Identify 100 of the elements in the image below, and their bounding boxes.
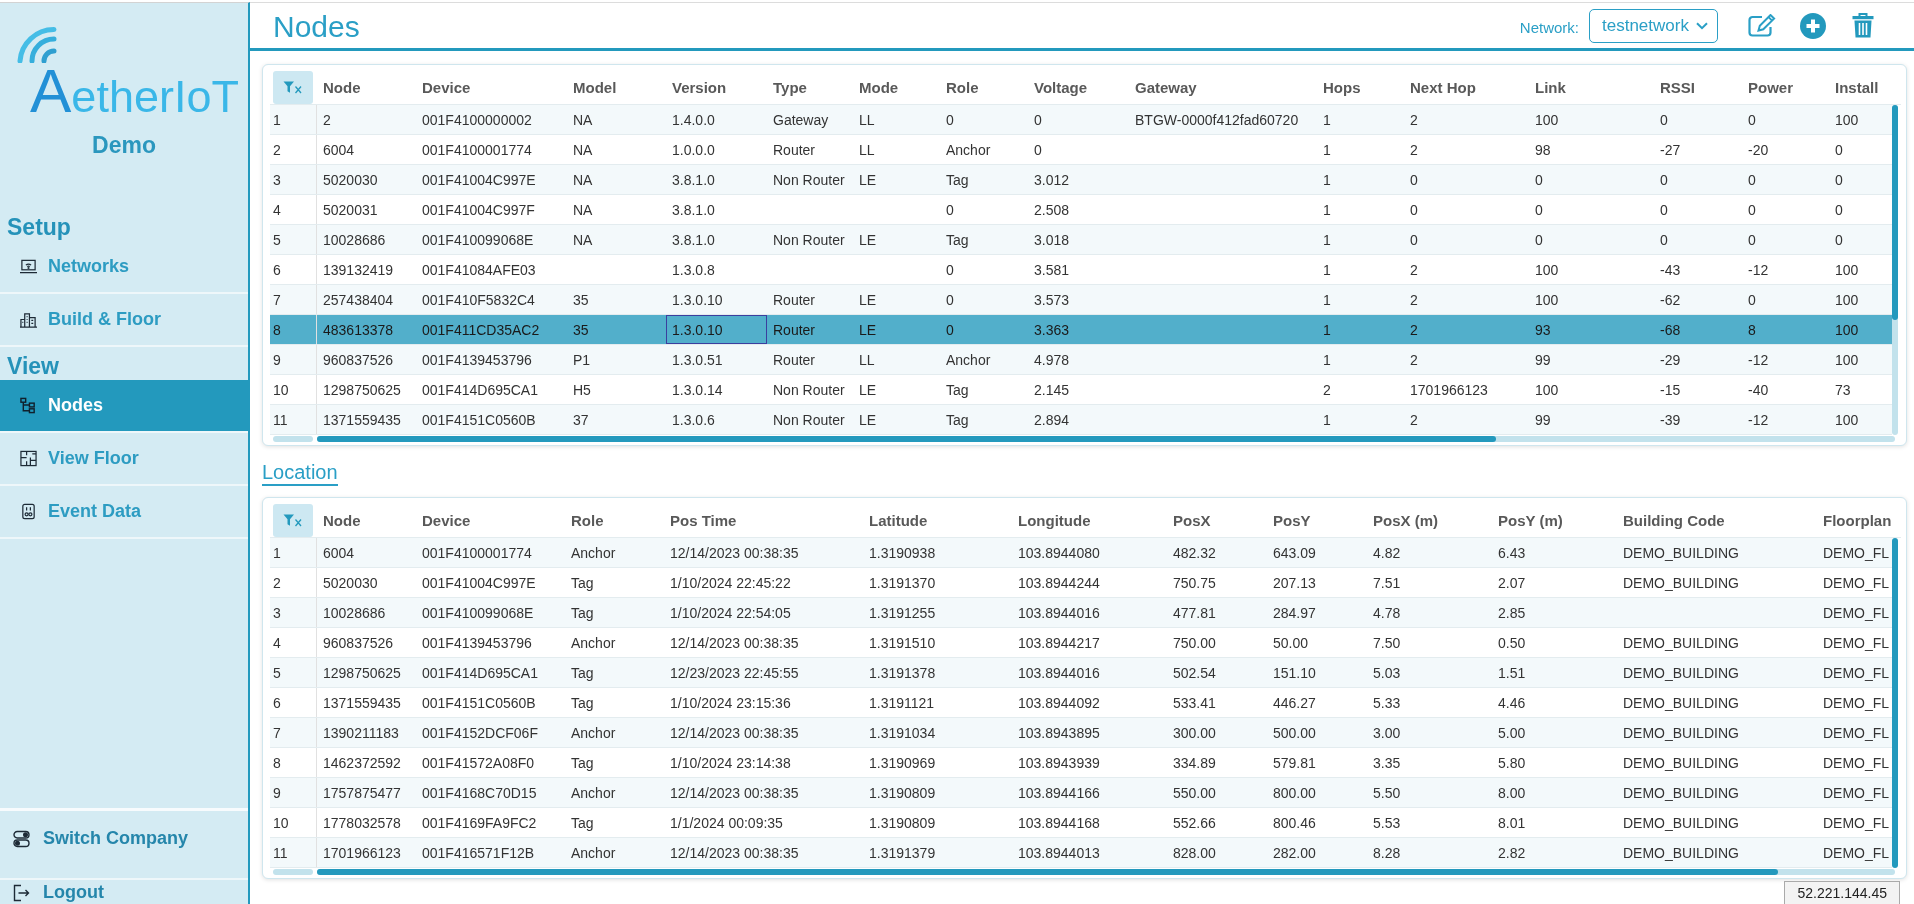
table-cell-text: 001F4100001774 <box>421 543 533 563</box>
table-cell-text: Anchor <box>945 140 992 160</box>
hierarchy-icon <box>19 397 38 414</box>
column-header[interactable]: PosY (m) <box>1492 511 1617 529</box>
column-header[interactable]: Type <box>767 78 853 96</box>
column-header[interactable]: Role <box>940 78 1028 96</box>
table-row[interactable]: 3 5020030 001F41004C997E NA 3.8.1.0 Non Router LE Tag 3.012 1 0 0 0 0 0 <box>270 165 1892 195</box>
edit-icon[interactable] <box>1747 13 1778 38</box>
row-number: 10 <box>270 808 317 837</box>
table-cell-text: 5.50 <box>1372 783 1402 803</box>
table-cell-text: -62 <box>1659 290 1682 310</box>
column-header[interactable]: Model <box>567 78 666 96</box>
clear-filter-button[interactable] <box>273 70 313 104</box>
table-row[interactable]: 5 10028686 001F410099068E NA 3.8.1.0 Non Router LE Tag 3.018 1 0 0 0 0 0 <box>270 225 1892 255</box>
row-number: 3 <box>270 165 317 194</box>
table-cell-text: Tag <box>945 230 970 250</box>
table-cell-text: 1371559435 <box>322 693 402 713</box>
table-cell-text: 2 <box>1409 320 1419 340</box>
table-cell-text: 0 <box>1659 110 1669 130</box>
column-header[interactable]: RSSI <box>1654 78 1742 96</box>
table-cell-text: 001F4139453796 <box>421 350 533 370</box>
table-cell-text: LE <box>858 290 878 310</box>
table-cell-text: 3.8.1.0 <box>671 170 716 190</box>
scrollbar-thumb[interactable] <box>1892 105 1898 320</box>
column-header[interactable]: PosY <box>1267 511 1367 529</box>
row-number: 10 <box>270 375 317 404</box>
column-header[interactable]: Node <box>317 78 416 96</box>
column-header[interactable]: Mode <box>853 78 940 96</box>
table-row[interactable]: 8 483613378 001F411CD35AC2 35 1.3.0.10 Router LE 0 3.363 1 2 93 -68 8 100 <box>270 315 1892 345</box>
column-header[interactable]: Link <box>1529 78 1654 96</box>
device-icon <box>19 503 38 520</box>
table-cell-text: 3.8.1.0 <box>671 200 716 220</box>
table-cell-text: 0.50 <box>1497 633 1527 653</box>
table-row[interactable]: 9 1757875477 001F4168C70D15 Anchor 12/14/2023 00:38:35 1.3190809 103.8944166 550.00 800.00 5.50 8.00 DEMO_BUILDING DEMO_FL <box>270 778 1892 808</box>
table-cell-text: 2 <box>1409 410 1419 430</box>
table-row[interactable]: 3 10028686 001F410099068E Tag 1/10/2024 22:54:05 1.3191255 103.8944016 477.81 284.97 4.78 2.85 DEMO_FL <box>270 598 1892 628</box>
column-header[interactable]: Latitude <box>863 511 1012 529</box>
table-cell-text: 0 <box>1747 110 1757 130</box>
row-number: 8 <box>270 748 317 777</box>
scrollbar-thumb[interactable] <box>317 436 1496 442</box>
table-cell-text: DEMO_FL <box>1822 633 1891 653</box>
row-number: 8 <box>270 315 317 344</box>
column-header[interactable]: Device <box>416 511 565 529</box>
clear-filter-button[interactable] <box>273 503 313 537</box>
page-title: Nodes <box>273 8 361 45</box>
table-row[interactable]: 11 1371559435 001F4151C0560B 37 1.3.0.6 Non Router LE Tag 2.894 1 2 99 -39 -12 100 <box>270 405 1892 435</box>
table-row[interactable]: 7 257438404 001F410F5832C4 35 1.3.0.10 Router LE 0 3.573 1 2 100 -62 0 100 <box>270 285 1892 315</box>
add-icon[interactable] <box>1800 12 1826 39</box>
column-header[interactable]: Hops <box>1317 78 1404 96</box>
column-header[interactable]: Power <box>1742 78 1829 96</box>
table-row[interactable]: 1 6004 001F4100001774 Anchor 12/14/2023 00:38:35 1.3190938 103.8944080 482.32 643.09 4.82 6.43 DEMO_BUILDING DEMO_FL <box>270 538 1892 568</box>
row-number: 9 <box>270 778 317 807</box>
column-header[interactable]: Building Code <box>1617 511 1817 529</box>
table-cell-text: 5020030 <box>322 170 379 190</box>
table-row[interactable]: 9 960837526 001F4139453796 P1 1.3.0.51 Router LL Anchor 4.978 1 2 99 -29 -12 100 <box>270 345 1892 375</box>
table-cell-text: LE <box>858 410 878 430</box>
table-cell-text: 001F41004C997F <box>421 200 536 220</box>
table-cell-text: 1.3.0.14 <box>671 380 724 400</box>
table-cell-text: 3.573 <box>1033 290 1071 310</box>
table-cell-text: Tag <box>945 380 970 400</box>
column-header[interactable]: Floorplan <box>1817 511 1901 529</box>
table-cell-text: 0 <box>1834 140 1844 160</box>
column-header[interactable]: Device <box>416 78 567 96</box>
table-cell-text: 12/14/2023 00:38:35 <box>669 783 800 803</box>
column-header[interactable]: Role <box>565 511 664 529</box>
table-cell-text: 750.75 <box>1172 573 1217 593</box>
trash-icon[interactable] <box>1852 13 1874 38</box>
column-header[interactable]: PosX <box>1167 511 1267 529</box>
scrollbar-track <box>273 869 313 875</box>
column-header[interactable]: Pos Time <box>664 511 863 529</box>
table-cell-text: 1778032578 <box>322 813 402 833</box>
table-row[interactable]: 11 1701966123 001F416571F12B Anchor 12/14/2023 00:38:35 1.3191379 103.8944013 828.00 282.00 8.28 2.82 DEMO_BUILDING DEMO_FL <box>270 838 1892 868</box>
table-cell-text: 533.41 <box>1172 693 1217 713</box>
table-row[interactable]: 7 1390211183 001F4152DCF06F Anchor 12/14/2023 00:38:35 1.3191034 103.8943895 300.00 500.00 3.00 5.00 DEMO_BUILDING DEMO_FL <box>270 718 1892 748</box>
table-row[interactable]: 1 2 001F4100000002 NA 1.4.0.0 Gateway LL 0 0 BTGW-0000f412fad60720 1 2 100 0 0 100 <box>270 105 1892 135</box>
table-cell-text: 1.3191121 <box>868 693 936 713</box>
column-header[interactable]: Node <box>317 511 416 529</box>
table-cell-text: Non Router <box>772 230 846 250</box>
table-cell-text: 5.33 <box>1372 693 1402 713</box>
table-row[interactable]: 5 1298750625 001F414D695CA1 Tag 12/23/2023 22:45:55 1.3191378 103.8944016 502.54 151.10 5.03 1.51 DEMO_BUILDING DEMO_FL <box>270 658 1892 688</box>
section-heading: Setup <box>6 213 72 241</box>
table-cell-text: 0 <box>945 200 955 220</box>
column-header[interactable]: PosX (m) <box>1367 511 1492 529</box>
table-cell-text: 151.10 <box>1272 663 1317 683</box>
column-header[interactable]: Voltage <box>1028 78 1129 96</box>
table-cell-text: 6.43 <box>1497 543 1527 563</box>
table-cell-text: 207.13 <box>1272 573 1317 593</box>
column-header[interactable]: Longitude <box>1012 511 1167 529</box>
scrollbar-thumb[interactable] <box>1892 538 1898 868</box>
table-cell-text: NA <box>572 200 594 220</box>
column-header[interactable]: Next Hop <box>1404 78 1529 96</box>
table-cell-text: P1 <box>572 350 592 370</box>
table-cell-text: 99 <box>1534 350 1552 370</box>
table-cell-text: LL <box>858 110 876 130</box>
table-cell-text: DEMO_FL <box>1822 843 1891 863</box>
column-header[interactable]: Version <box>666 78 767 96</box>
column-header[interactable]: Gateway <box>1129 78 1317 96</box>
column-header[interactable]: Install <box>1829 78 1901 96</box>
table-cell-text: 103.8944016 <box>1017 663 1101 683</box>
table-cell-text: Tag <box>570 663 595 683</box>
